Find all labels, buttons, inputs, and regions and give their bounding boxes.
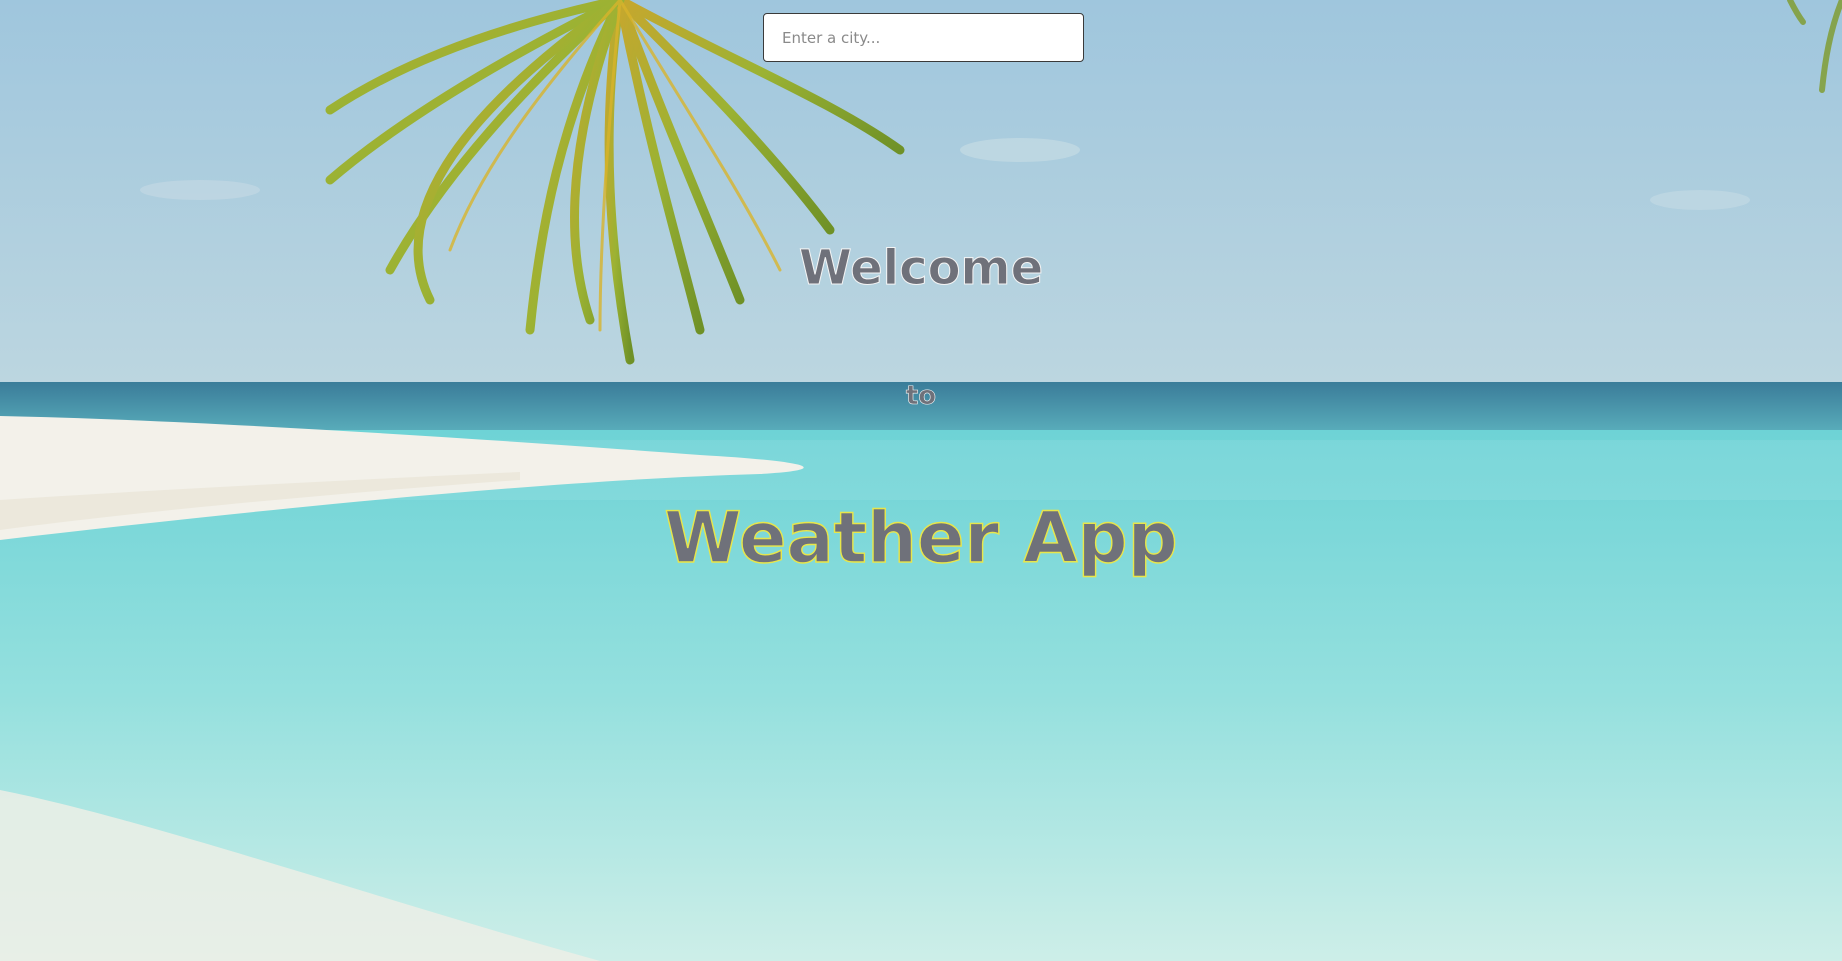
app-title: Weather App bbox=[664, 497, 1179, 579]
welcome-heading: Welcome bbox=[798, 240, 1044, 297]
background-beach-image bbox=[0, 0, 1842, 961]
city-search-input[interactable] bbox=[763, 13, 1084, 62]
city-search-container bbox=[763, 13, 1084, 62]
welcome-to-text: to bbox=[905, 381, 937, 412]
